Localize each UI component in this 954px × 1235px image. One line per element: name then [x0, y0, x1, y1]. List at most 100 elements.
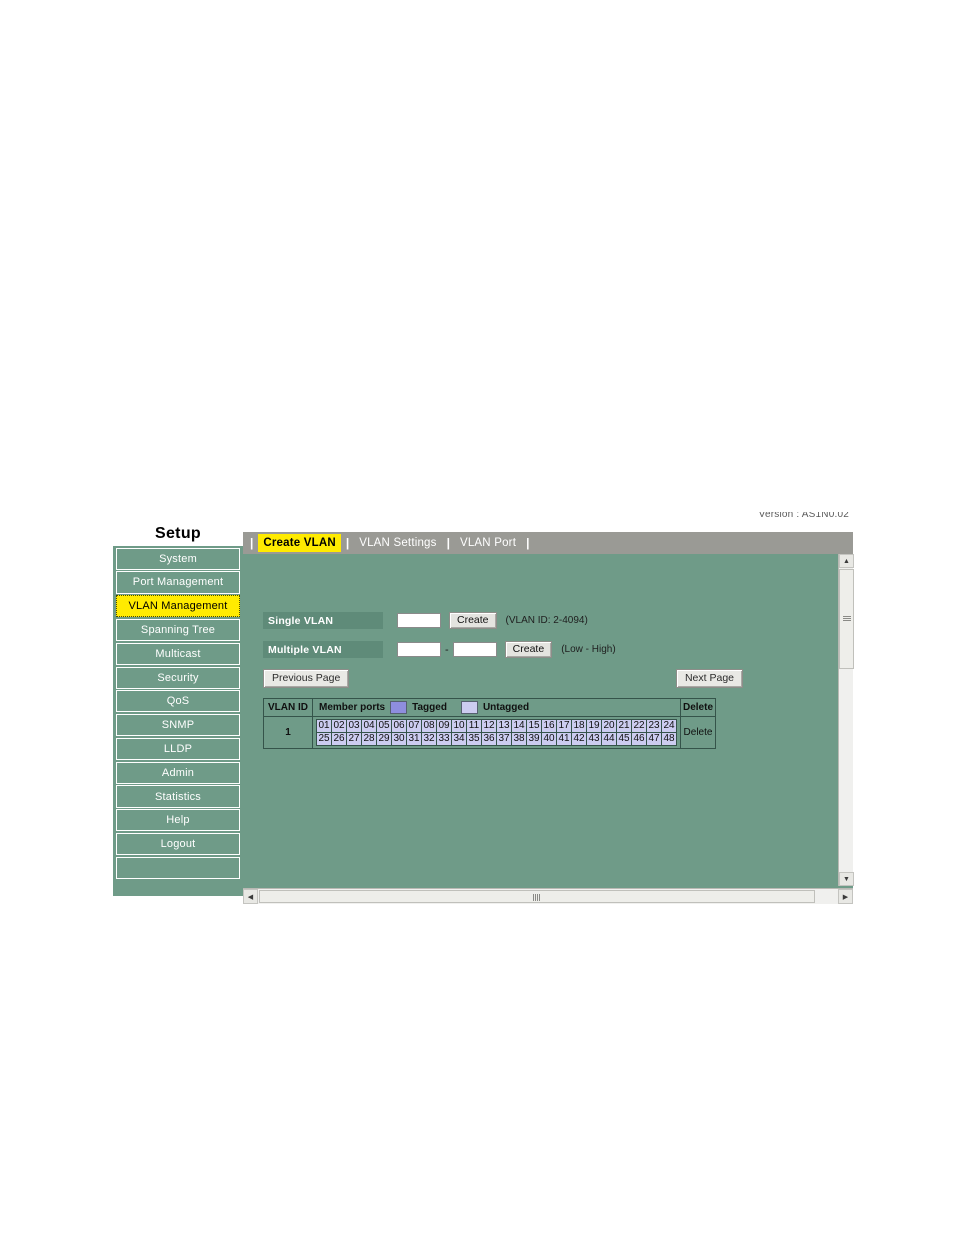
port-cell-28[interactable]: 28	[361, 732, 377, 746]
scroll-right-arrow-icon[interactable]: ▶	[838, 889, 853, 904]
horizontal-scrollbar-thumb[interactable]	[259, 890, 815, 903]
port-cell-36[interactable]: 36	[481, 732, 497, 746]
table-row: 1 01 02 03 04 05 06 07 08 09 10 11 12 13 14 15 16 17 18 19 2…	[263, 716, 716, 749]
port-cell-24[interactable]: 24	[661, 719, 677, 733]
sidebar-item-security[interactable]: Security	[116, 666, 240, 689]
delete-link[interactable]: Delete	[680, 716, 716, 749]
port-cell-48[interactable]: 48	[661, 732, 677, 746]
port-cell-20[interactable]: 20	[601, 719, 617, 733]
sidebar-item-system[interactable]: System	[116, 547, 240, 570]
port-cell-31[interactable]: 31	[406, 732, 422, 746]
multiple-vlan-row: Multiple VLAN - Create (Low - High)	[263, 641, 616, 658]
port-cell-21[interactable]: 21	[616, 719, 632, 733]
sidebar-item-vlan-management[interactable]: VLAN Management	[116, 595, 240, 618]
port-cell-19[interactable]: 19	[586, 719, 602, 733]
port-cell-13[interactable]: 13	[496, 719, 512, 733]
port-cell-27[interactable]: 27	[346, 732, 362, 746]
multiple-vlan-high-input[interactable]	[452, 642, 497, 657]
sidebar-item-snmp[interactable]: SNMP	[116, 714, 240, 737]
port-cell-10[interactable]: 10	[451, 719, 467, 733]
port-cell-11[interactable]: 11	[466, 719, 482, 733]
sidebar-item-admin[interactable]: Admin	[116, 761, 240, 784]
multiple-vlan-hint: (Low - High)	[561, 644, 616, 655]
port-cell-37[interactable]: 37	[496, 732, 512, 746]
port-cell-33[interactable]: 33	[436, 732, 452, 746]
sidebar-item-logout[interactable]: Logout	[116, 832, 240, 856]
port-cell-03[interactable]: 03	[346, 719, 362, 733]
port-cell-09[interactable]: 09	[436, 719, 452, 733]
port-cell-06[interactable]: 06	[391, 719, 407, 733]
sidebar-item-port-management[interactable]: Port Management	[116, 571, 240, 594]
port-cell-05[interactable]: 05	[376, 719, 392, 733]
port-cell-30[interactable]: 30	[391, 732, 407, 746]
port-cell-29[interactable]: 29	[376, 732, 392, 746]
single-vlan-create-button[interactable]: Create	[449, 612, 497, 629]
switch-web-ui-window: Version : AS1N0.02 Setup System Port Man…	[113, 512, 854, 904]
port-cell-07[interactable]: 07	[406, 719, 422, 733]
port-cell-41[interactable]: 41	[556, 732, 572, 746]
port-cell-17[interactable]: 17	[556, 719, 572, 733]
scroll-left-arrow-icon[interactable]: ◀	[243, 889, 258, 904]
port-cell-47[interactable]: 47	[646, 732, 662, 746]
port-cell-39[interactable]: 39	[526, 732, 542, 746]
column-header-vlan-id: VLAN ID	[263, 698, 313, 717]
port-cell-34[interactable]: 34	[451, 732, 467, 746]
untagged-legend-label: Untagged	[482, 702, 530, 713]
port-cell-18[interactable]: 18	[571, 719, 587, 733]
vertical-scrollbar-thumb[interactable]	[839, 569, 854, 669]
port-cell-16[interactable]: 16	[541, 719, 557, 733]
port-grid-row: 25 26 27 28 29 30 31 32 33 34 35 36 37 38 39 40 41 42 43 44…	[316, 732, 677, 746]
page-title: Setup	[113, 521, 243, 546]
horizontal-scrollbar[interactable]: ◀ ▶	[243, 888, 853, 904]
multiple-vlan-create-button[interactable]: Create	[504, 641, 553, 658]
tab-create-vlan[interactable]: Create VLAN	[258, 534, 341, 552]
port-cell-43[interactable]: 43	[586, 732, 602, 746]
port-cell-46[interactable]: 46	[631, 732, 647, 746]
single-vlan-row: Single VLAN Create (VLAN ID: 2-4094)	[263, 612, 588, 629]
port-cell-42[interactable]: 42	[571, 732, 587, 746]
port-cell-14[interactable]: 14	[511, 719, 527, 733]
tab-vlan-port[interactable]: VLAN Port	[455, 534, 521, 552]
tab-separator: |	[250, 536, 254, 550]
scrollbar-grip-icon	[533, 894, 541, 901]
vertical-scrollbar[interactable]: ▲ ▼	[838, 554, 854, 886]
vlan-id-cell: 1	[263, 716, 313, 749]
scroll-up-arrow-icon[interactable]: ▲	[839, 554, 854, 568]
port-cell-32[interactable]: 32	[421, 732, 437, 746]
port-cell-22[interactable]: 22	[631, 719, 647, 733]
sidebar-item-multicast[interactable]: Multicast	[116, 642, 240, 665]
port-cell-25[interactable]: 25	[316, 732, 332, 746]
port-cell-44[interactable]: 44	[601, 732, 617, 746]
port-cell-23[interactable]: 23	[646, 719, 662, 733]
port-cell-12[interactable]: 12	[481, 719, 497, 733]
port-cell-04[interactable]: 04	[361, 719, 377, 733]
sidebar-item-spanning-tree[interactable]: Spanning Tree	[116, 618, 240, 642]
port-cell-40[interactable]: 40	[541, 732, 557, 746]
sidebar-item-lldp[interactable]: LLDP	[116, 737, 240, 761]
sidebar-item-qos[interactable]: QoS	[116, 690, 240, 713]
port-cell-35[interactable]: 35	[466, 732, 482, 746]
port-cell-38[interactable]: 38	[511, 732, 527, 746]
tab-separator: |	[345, 536, 350, 550]
single-vlan-input[interactable]	[397, 613, 441, 628]
port-cell-08[interactable]: 08	[421, 719, 437, 733]
tab-bar: | Create VLAN | VLAN Settings | VLAN Por…	[243, 532, 853, 554]
port-cell-45[interactable]: 45	[616, 732, 632, 746]
sidebar-item-help[interactable]: Help	[116, 809, 240, 832]
scroll-down-arrow-icon[interactable]: ▼	[839, 872, 854, 886]
previous-page-button[interactable]: Previous Page	[263, 669, 350, 688]
port-cell-01[interactable]: 01	[316, 719, 332, 733]
next-page-button[interactable]: Next Page	[675, 669, 743, 688]
multiple-vlan-label: Multiple VLAN	[263, 641, 383, 658]
tab-vlan-settings[interactable]: VLAN Settings	[354, 534, 441, 552]
port-cell-26[interactable]: 26	[331, 732, 347, 746]
port-grid: 01 02 03 04 05 06 07 08 09 10 11 12 13 14 15 16 17 18 19 20…	[316, 719, 677, 746]
multiple-vlan-low-input[interactable]	[397, 642, 441, 657]
port-cell-15[interactable]: 15	[526, 719, 542, 733]
content-pane: | Create VLAN | VLAN Settings | VLAN Por…	[243, 532, 854, 904]
sidebar: Setup System Port Management VLAN Manage…	[113, 521, 243, 896]
port-cell-02[interactable]: 02	[331, 719, 347, 733]
pagination-controls: Previous Page Next Page	[263, 669, 743, 688]
sidebar-item-statistics[interactable]: Statistics	[116, 785, 240, 808]
sidebar-item-blank	[116, 856, 240, 879]
